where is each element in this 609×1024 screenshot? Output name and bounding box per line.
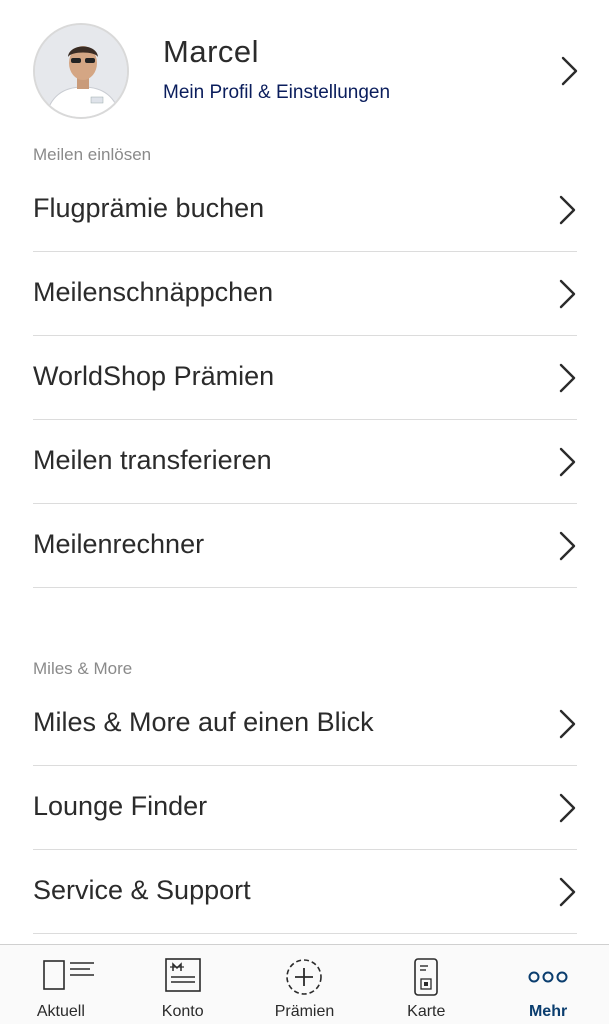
tab-karte[interactable]: Karte	[365, 945, 487, 1024]
card-icon	[403, 957, 449, 997]
menu-item-miles-and-more-auf-einen-blick[interactable]: Miles & More auf einen Blick	[33, 682, 577, 766]
tab-label: Aktuell	[36, 1003, 85, 1020]
chevron-right-icon	[557, 194, 577, 226]
menu-item-label: Meilenschnäppchen	[33, 277, 274, 307]
profile-settings-link[interactable]: Mein Profil & Einstellungen	[163, 82, 390, 104]
chevron-right-icon	[559, 55, 579, 87]
menu-item-label: Lounge Finder	[33, 791, 208, 821]
tab-aktuell[interactable]: Aktuell	[0, 945, 122, 1024]
profile-name: Marcel	[163, 34, 260, 69]
chevron-right-icon	[557, 362, 577, 394]
chevron-right-icon	[557, 446, 577, 478]
menu-item-label: Meilen transferieren	[33, 445, 272, 475]
chevron-right-icon	[557, 708, 577, 740]
tab-praemien[interactable]: Prämien	[244, 945, 366, 1024]
tab-bar: Aktuell Konto Prämien Karte Mehr	[0, 944, 609, 1024]
menu-item-meilenschnaeppchen[interactable]: Meilenschnäppchen	[33, 252, 577, 336]
menu-item-label: WorldShop Prämien	[33, 361, 275, 391]
section-label-meilen-einloesen: Meilen einlösen	[33, 145, 152, 164]
section-label-miles-and-more: Miles & More	[33, 659, 133, 678]
avatar	[33, 23, 129, 119]
profile-header[interactable]: Marcel Mein Profil & Einstellungen	[0, 0, 609, 140]
menu-item-flugpraemie-buchen[interactable]: Flugprämie buchen	[33, 168, 577, 252]
menu-item-meilenrechner[interactable]: Meilenrechner	[33, 504, 577, 588]
more-dots-icon	[525, 957, 571, 997]
chevron-right-icon	[557, 530, 577, 562]
menu-item-meilen-transferieren[interactable]: Meilen transferieren	[33, 420, 577, 504]
news-icon	[38, 957, 94, 997]
tab-konto[interactable]: Konto	[122, 945, 244, 1024]
menu-item-label: Meilenrechner	[33, 529, 205, 559]
plus-circle-icon	[281, 957, 327, 997]
tab-label: Karte	[407, 1003, 446, 1020]
tab-mehr[interactable]: Mehr	[487, 945, 609, 1024]
tab-label: Mehr	[528, 1003, 568, 1020]
menu-item-label: Miles & More auf einen Blick	[33, 707, 374, 737]
tab-label: Konto	[161, 1003, 204, 1020]
chevron-right-icon	[557, 792, 577, 824]
chevron-right-icon	[557, 278, 577, 310]
chevron-right-icon	[557, 876, 577, 908]
menu-item-label: Service & Support	[33, 875, 251, 905]
menu-item-lounge-finder[interactable]: Lounge Finder	[33, 766, 577, 850]
menu-item-worldshop-praemien[interactable]: WorldShop Prämien	[33, 336, 577, 420]
menu-item-service-and-support[interactable]: Service & Support	[33, 850, 577, 934]
account-statement-icon	[160, 957, 206, 997]
tab-label: Prämien	[274, 1003, 335, 1020]
menu-item-label: Flugprämie buchen	[33, 193, 265, 223]
